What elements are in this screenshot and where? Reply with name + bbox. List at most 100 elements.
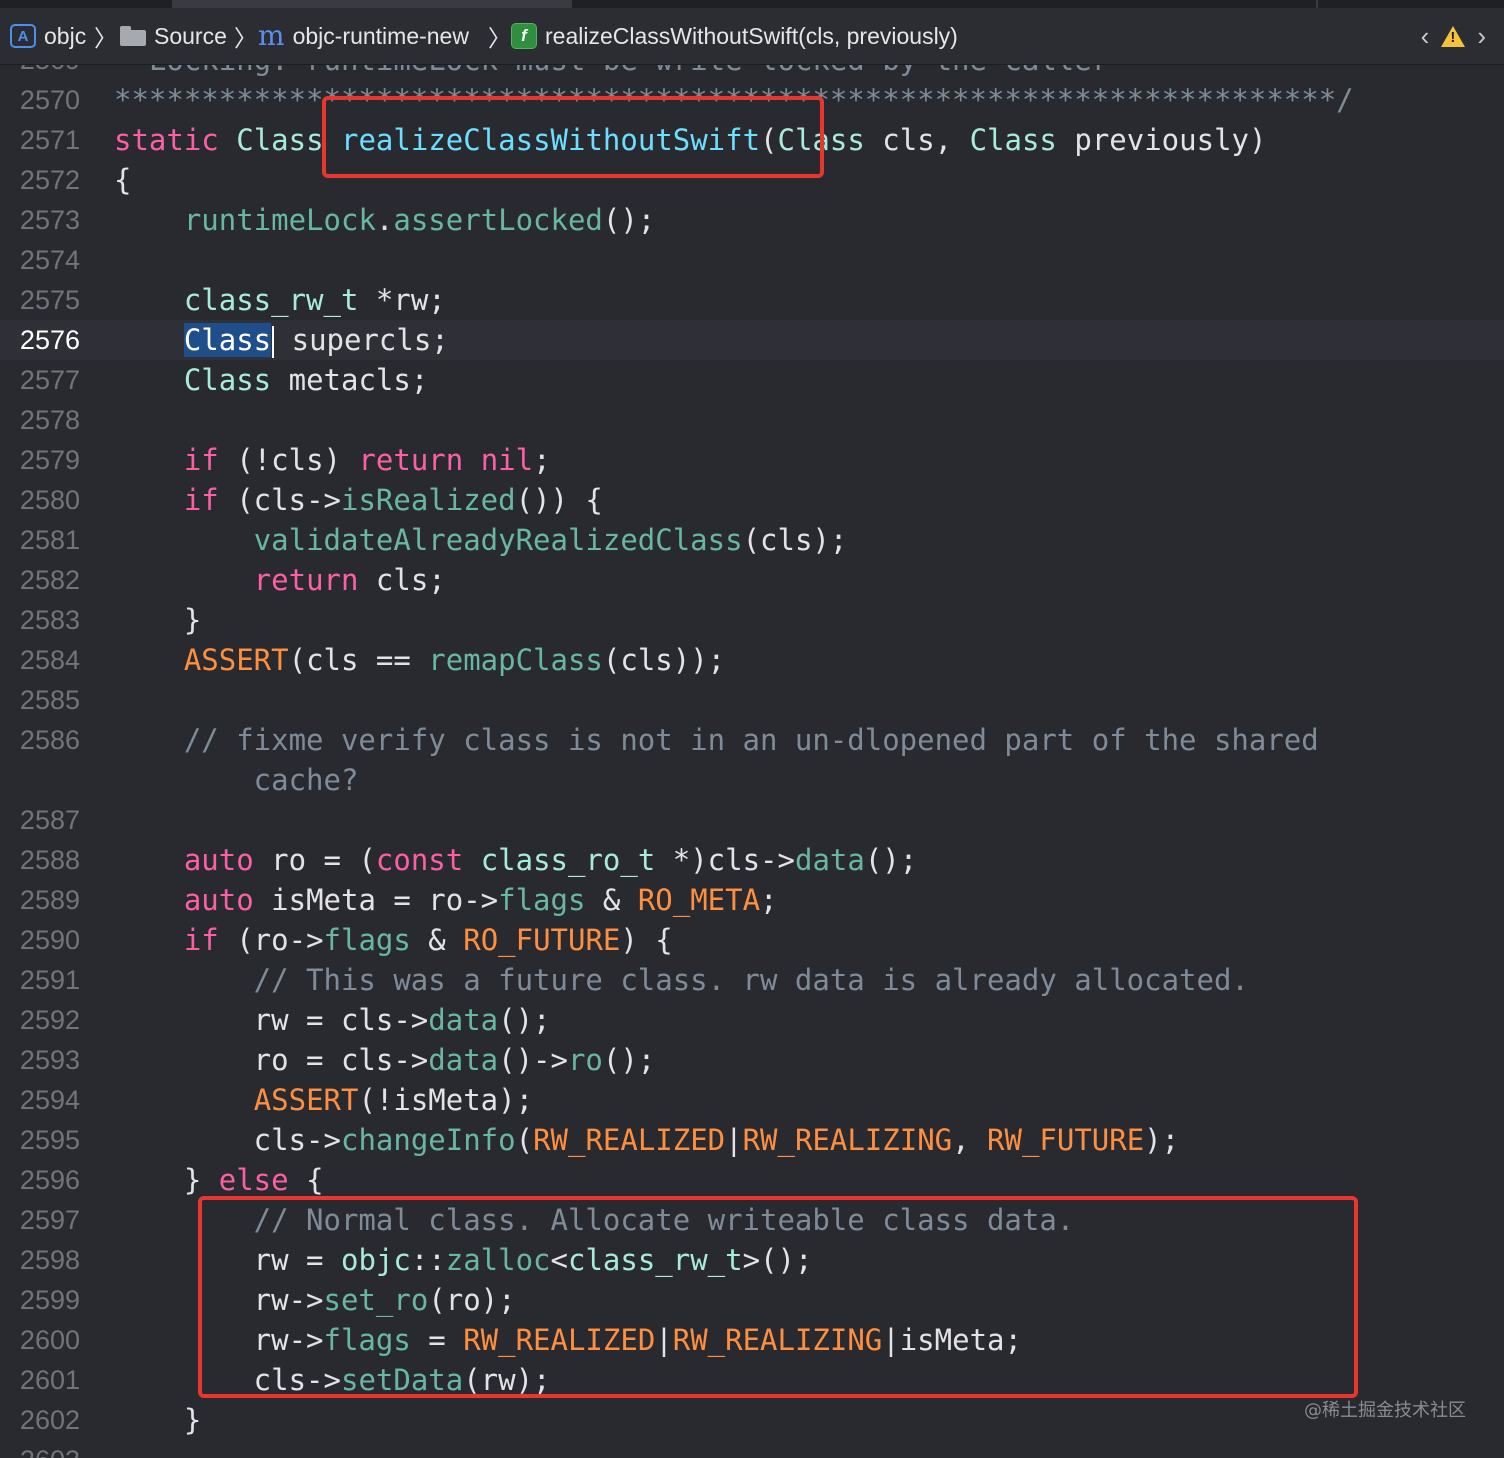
code-line: 2597 // Normal class. Allocate writeable… [0,1200,1504,1240]
line-number: 2577 [19,365,80,395]
breadcrumb-label: realizeClassWithoutSwift(cls, previously… [545,22,958,49]
code-text: if (cls->isRealized()) { [183,483,603,517]
code-text: { [114,163,132,197]
line-number: 2603 [0,1440,80,1458]
line-number: 2588 [19,845,80,875]
line-number: 2575 [19,285,80,315]
code-text: } [114,1403,202,1437]
code-text: Class metacls; [183,363,429,397]
line-number: 2591 [19,965,80,995]
chevron-right-icon: 〉 [488,25,511,51]
chevron-right-icon: 〉 [94,25,117,51]
line-number: 2570 [19,85,80,115]
line-number: 2578 [19,405,80,435]
code-text: rw->flags = RW_REALIZED|RW_REALIZING|isM… [114,1323,1022,1357]
project-icon: A [10,24,36,48]
line-number: 2581 [19,525,80,555]
warning-icon[interactable] [1441,25,1466,47]
code-text: Class supercls; [183,323,449,358]
line-number: 2592 [19,1005,80,1035]
code-editor[interactable]: 2569 * Locking: runtimeLock must be write… [0,65,1504,1458]
code-text: if (ro->flags & RO_FUTURE) { [183,923,673,957]
code-line: 2596 } else { [0,1160,1504,1200]
code-text: ro = cls->data()->ro(); [114,1043,656,1077]
code-line: 2588 auto ro = (const class_ro_t *)cls->… [0,840,1504,880]
code-comment: // This was a future class. rw data is a… [114,963,1249,997]
code-line: 2594 ASSERT(!isMeta); [0,1080,1504,1120]
code-line: 2574 [0,240,1504,280]
code-line: 2589 auto isMeta = ro->flags & RO_META; [0,880,1504,920]
code-line: 2595 cls->changeInfo(RW_REALIZED|RW_REAL… [0,1120,1504,1160]
line-number: 2582 [19,565,80,595]
active-tab-indicator[interactable] [172,0,572,8]
code-line: 2573 runtimeLock.assertLocked(); [0,200,1504,240]
line-number: 2576 [19,325,80,355]
code-line: 2586 // fixme verify class is not in an … [0,720,1504,760]
code-line: 2599 rw->set_ro(ro); [0,1280,1504,1320]
chevron-right-icon[interactable]: › [1477,21,1486,52]
code-text: ****************************************… [114,83,1354,117]
code-text: auto isMeta = ro->flags & RO_META; [183,883,778,917]
line-number: 2573 [19,205,80,235]
code-text: auto ro = (const class_ro_t *)cls->data(… [183,843,918,877]
line-number: 2596 [19,1165,80,1195]
line-number: 2590 [19,925,80,955]
chevron-left-icon[interactable]: ‹ [1421,21,1430,52]
code-text: runtimeLock.assertLocked(); [183,203,656,237]
watermark: @稀土掘金技术社区 [1304,1400,1466,1421]
code-line: 2600 rw->flags = RW_REALIZED|RW_REALIZIN… [0,1320,1504,1360]
code-line: 2571 static Class realizeClassWithoutSwif… [0,120,1504,160]
code-text: } else { [114,1163,324,1197]
code-text: ASSERT(cls == remapClass(cls)); [183,643,726,677]
line-number: 2601 [19,1365,80,1395]
line-number: 2598 [19,1245,80,1275]
code-line: 2583 } [0,600,1504,640]
code-comment: // Normal class. Allocate writeable clas… [114,1203,1075,1237]
code-line: 2598 rw = objc::zalloc<class_rw_t>(); [0,1240,1504,1280]
code-line: 2590 if (ro->flags & RO_FUTURE) { [0,920,1504,960]
code-text: if (!cls) return nil; [183,443,551,477]
code-line: 2579 if (!cls) return nil; [0,440,1504,480]
objc-file-icon: m [258,19,285,52]
line-number: 2569 [0,65,80,80]
breadcrumb-label: objc-runtime-new [292,22,469,49]
code-text: return cls; [253,563,446,597]
code-line: 2575 class_rw_t *rw; [0,280,1504,320]
code-line: 2602 } [0,1400,1504,1440]
breadcrumb-item-project[interactable]: A objc [10,8,86,64]
code-line: 2569 * Locking: runtimeLock must be write… [0,65,1504,80]
code-line: 2603 [0,1440,1504,1458]
line-number: 2595 [19,1125,80,1155]
code-comment: // fixme verify class is not in an un-dl… [114,723,1319,757]
jump-bar: A objc 〉 Source 〉 m objc-runtime-new 〉 f… [0,8,1504,65]
code-line-current: 2576 Class supercls; [0,320,1504,360]
code-text: class_rw_t *rw; [183,283,446,317]
breadcrumb-item-function[interactable]: f realizeClassWithoutSwift(cls, previous… [511,8,958,64]
code-line: 2593 ro = cls->data()->ro(); [0,1040,1504,1080]
breadcrumb-label: Source [154,22,227,49]
folder-icon [120,26,146,46]
code-text: validateAlreadyRealizedClass(cls); [253,523,848,557]
code-line: 2577 Class metacls; [0,360,1504,400]
code-text: rw->set_ro(ro); [114,1283,516,1317]
text-cursor [272,326,275,358]
code-text: } [114,603,202,637]
breadcrumb-item-source[interactable]: Source [120,8,227,64]
code-line: 2580 if (cls->isRealized()) { [0,480,1504,520]
code-text: ASSERT(!isMeta); [253,1083,534,1117]
line-number: 2586 [19,725,80,755]
code-line: 2581 validateAlreadyRealizedClass(cls); [0,520,1504,560]
breadcrumb-item-file[interactable]: m objc-runtime-new [258,8,469,64]
chevron-right-icon: 〉 [234,25,257,51]
code-line-wrapped: cache? [0,760,1504,800]
line-number: 2584 [19,645,80,675]
navigation-controls: ‹ › [1421,8,1486,64]
line-number: 2583 [19,605,80,635]
line-number: 2571 [19,125,80,155]
code-text: rw = objc::zalloc<class_rw_t>(); [114,1243,813,1277]
line-number: 2585 [19,685,80,715]
line-number: 2602 [19,1405,80,1435]
line-number: 2579 [19,445,80,475]
code-line: 2601 cls->setData(rw); [0,1360,1504,1400]
line-number: 2597 [19,1205,80,1235]
